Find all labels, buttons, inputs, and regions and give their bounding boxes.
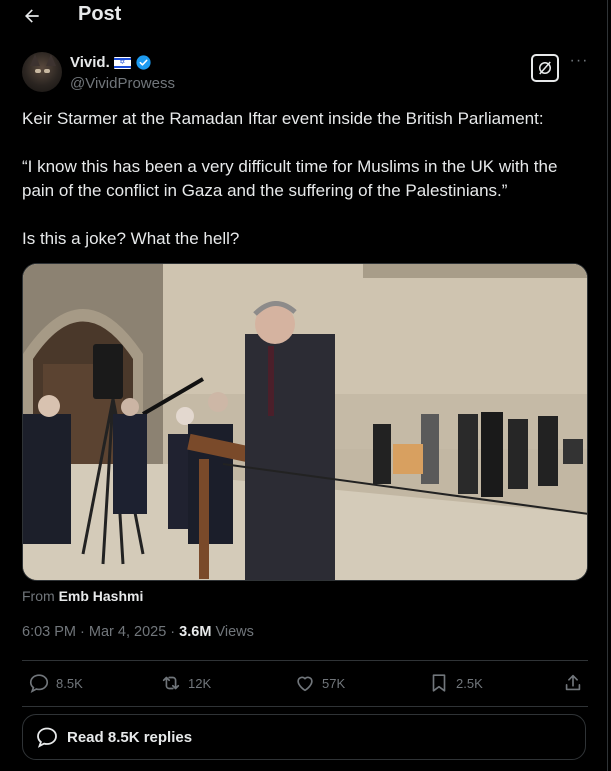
bookmark-button[interactable]: 2.5K [428, 672, 483, 694]
avatar[interactable] [22, 52, 62, 92]
media-source-name[interactable]: Emb Hashmi [59, 588, 144, 604]
read-replies-button[interactable]: Read 8.5K replies [22, 714, 586, 760]
reply-bubble-icon [37, 727, 57, 748]
back-button[interactable] [18, 2, 46, 30]
divider [22, 706, 588, 707]
reply-button[interactable]: 8.5K [28, 672, 83, 694]
bookmark-count: 2.5K [456, 675, 483, 691]
post-meta: 6:03 PM · Mar 4, 2025 · 3.6M Views [22, 624, 254, 640]
divider [22, 660, 588, 661]
video-player[interactable] [22, 263, 588, 581]
read-replies-label: Read 8.5K replies [67, 728, 193, 746]
repost-button[interactable]: 12K [160, 672, 211, 694]
like-button[interactable]: 57K [294, 672, 345, 694]
heart-icon [297, 676, 313, 692]
page-title: Post [78, 3, 122, 25]
media-source: From Emb Hashmi [22, 588, 143, 604]
bookmark-icon [432, 674, 446, 692]
share-button[interactable] [562, 672, 584, 694]
post-time[interactable]: 6:03 PM [22, 624, 76, 640]
reply-count: 8.5K [56, 675, 83, 691]
header: Post [0, 0, 607, 34]
views-label: Views [215, 624, 254, 640]
like-count: 57K [322, 675, 346, 691]
views-count: 3.6M [179, 624, 212, 640]
author-name-row: Vivid. ✡ [70, 54, 152, 71]
grok-button[interactable] [531, 54, 559, 82]
verified-badge-icon [136, 55, 151, 70]
tweet-text: Keir Starmer at the Ramadan Iftar event … [22, 107, 594, 275]
repost-icon [162, 676, 180, 690]
more-options-button[interactable]: ··· [568, 53, 590, 76]
video-frame [23, 264, 587, 580]
tweet-line: Is this a joke? What the hell? [22, 229, 240, 248]
share-icon [565, 674, 581, 691]
tweet-quote: “I know this has been a very difficult t… [22, 157, 558, 200]
israel-flag-icon: ✡ [113, 56, 131, 69]
author-handle[interactable]: @VividProwess [70, 75, 175, 92]
repost-count: 12K [188, 675, 212, 691]
reply-icon [29, 674, 49, 693]
arrow-left-icon [25, 9, 39, 23]
grok-icon [539, 61, 551, 75]
post-date[interactable]: Mar 4, 2025 [89, 624, 166, 640]
media-source-prefix: From [22, 588, 55, 604]
tweet-line: Keir Starmer at the Ramadan Iftar event … [22, 109, 544, 128]
action-bar: 8.5K 12K 57K 2.5K [22, 672, 588, 696]
author-display-name[interactable]: Vivid. [70, 54, 110, 71]
